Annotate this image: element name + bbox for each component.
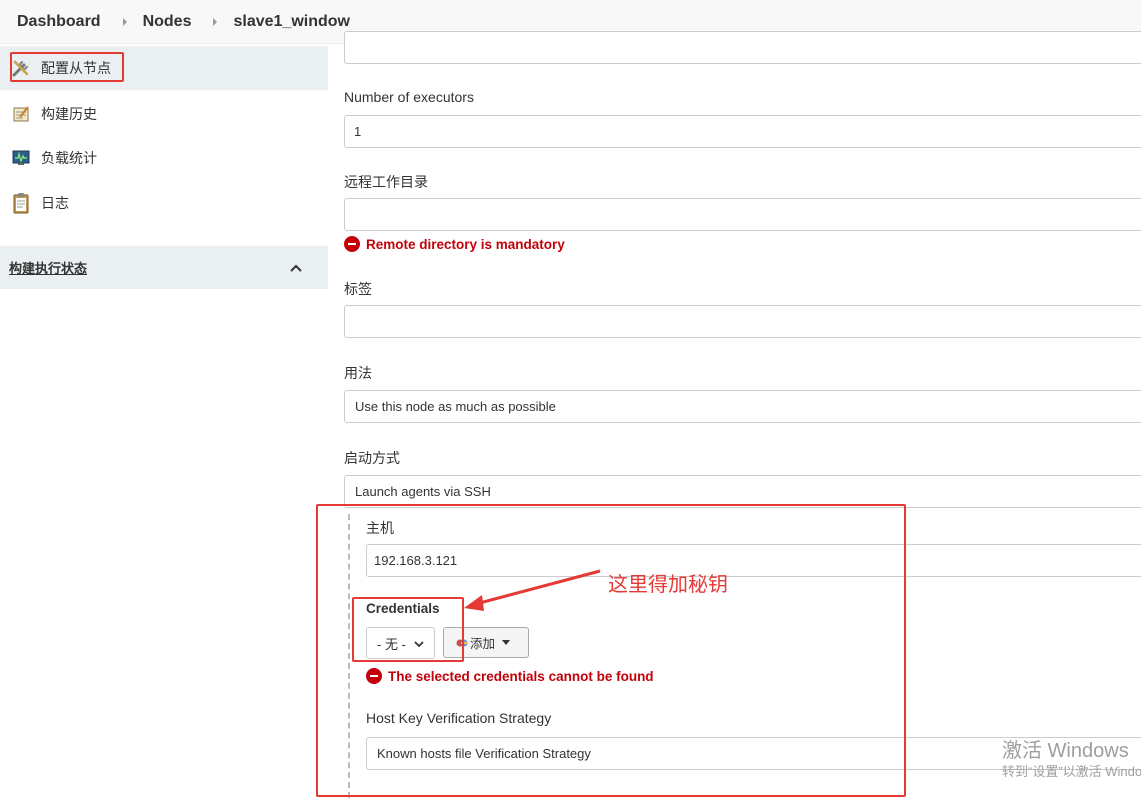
annotation-arrow-icon: [464, 569, 601, 611]
sidebar-item-label: 构建历史: [41, 106, 97, 122]
previous-field-input[interactable]: [344, 31, 1141, 64]
breadcrumb-separator-icon[interactable]: [213, 17, 218, 26]
usage-select[interactable]: Use this node as much as possible: [344, 390, 1141, 423]
sidebar-item-log[interactable]: 日志: [0, 181, 328, 225]
sidebar-item-label: 负载统计: [41, 150, 97, 166]
executors-input[interactable]: 1: [344, 115, 1141, 148]
sidebar: 配置从节点 构建历史 负载统计 日志: [0, 44, 328, 798]
labels-input[interactable]: [344, 305, 1141, 338]
labels-label: 标签: [344, 281, 372, 297]
executor-status-title[interactable]: 构建执行状态: [9, 258, 87, 277]
sidebar-item-build-history[interactable]: 构建历史: [0, 92, 328, 136]
breadcrumb-node-name[interactable]: slave1_window: [233, 13, 350, 31]
remote-dir-error-text: Remote directory is mandatory: [366, 236, 565, 252]
breadcrumb-separator-icon[interactable]: [122, 17, 127, 26]
usage-label: 用法: [344, 365, 372, 381]
breadcrumb-dashboard[interactable]: Dashboard: [17, 13, 101, 31]
executors-label: Number of executors: [344, 89, 474, 105]
launch-method-label: 启动方式: [344, 450, 400, 466]
annotation-text: 这里得加秘钥: [608, 572, 728, 596]
remote-dir-error: Remote directory is mandatory: [344, 236, 565, 252]
chevron-up-icon[interactable]: [290, 260, 302, 275]
remote-dir-label: 远程工作目录: [344, 174, 428, 190]
annotation-highlight-box: [352, 597, 464, 662]
windows-activation-watermark: 激活 Windows: [1002, 740, 1129, 762]
notepad-icon: [10, 103, 32, 125]
breadcrumb-nodes[interactable]: Nodes: [143, 13, 192, 31]
monitor-icon: [10, 147, 32, 169]
sidebar-item-label: 日志: [41, 195, 69, 211]
annotation-highlight-box: [10, 52, 124, 82]
executor-status-header[interactable]: 构建执行状态: [0, 246, 328, 289]
remote-dir-input[interactable]: [344, 198, 1141, 231]
windows-activation-hint: 转到“设置”以激活 Windows。: [1002, 764, 1141, 779]
sidebar-item-load-stats[interactable]: 负载统计: [0, 136, 328, 180]
clipboard-icon: [10, 192, 32, 214]
error-icon: [344, 236, 360, 252]
